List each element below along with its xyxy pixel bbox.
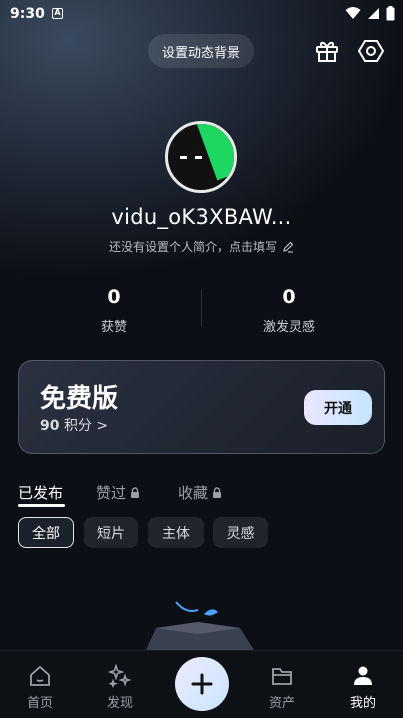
stats-divider [201, 290, 202, 326]
system-icons [345, 6, 395, 21]
subscribe-button[interactable]: 开通 [304, 390, 372, 425]
empty-state-illustration [138, 598, 264, 652]
points-value: 90 [40, 418, 60, 434]
stat-value: 0 [107, 286, 121, 308]
active-tab-indicator [18, 504, 65, 507]
avatar-eye [195, 156, 202, 159]
set-dynamic-background-button[interactable]: 设置动态背景 [148, 34, 254, 68]
avatar[interactable] [165, 121, 237, 193]
nav-label: 我的 [349, 696, 376, 711]
tab-liked[interactable]: 赞过 [96, 482, 140, 503]
stat-value: 0 [282, 286, 296, 308]
avatar-accent [196, 124, 234, 181]
filter-all[interactable]: 全部 [18, 517, 74, 548]
filter-subject[interactable]: 主体 [148, 517, 204, 548]
filter-short-film[interactable]: 短片 [84, 517, 138, 548]
sparkle-icon [108, 664, 132, 688]
status-time: 9:30 [10, 6, 45, 22]
plan-title: 免费版 [40, 384, 119, 414]
lock-icon [131, 487, 140, 498]
nav-discover[interactable]: 发现 [90, 664, 150, 711]
avatar-eye [180, 156, 187, 159]
notification-a-icon: A [52, 8, 63, 19]
home-icon [30, 665, 50, 686]
tab-label: 已发布 [18, 484, 64, 502]
user-icon [354, 666, 372, 685]
points-label: 积分 > [63, 418, 109, 434]
nav-me[interactable]: 我的 [333, 664, 393, 711]
status-bar: 9:30 A [0, 0, 403, 28]
cellular-icon [368, 8, 379, 19]
stat-label: 激发灵感 [262, 320, 315, 335]
folder-icon [272, 668, 292, 685]
stat-likes[interactable]: 0 获赞 [34, 286, 194, 335]
bio-placeholder: 还没有设置个人简介，点击填写 [108, 240, 277, 254]
tab-label: 赞过 [96, 484, 127, 502]
edit-pencil-icon [283, 241, 294, 253]
lock-icon [213, 487, 222, 498]
create-button[interactable] [175, 657, 229, 711]
nav-label: 资产 [268, 696, 295, 711]
username: vidu_oK3XBAW... [111, 205, 292, 229]
settings-hexagon-icon[interactable] [357, 38, 385, 64]
tab-label: 收藏 [178, 484, 209, 502]
tab-published[interactable]: 已发布 [18, 482, 63, 503]
battery-icon [386, 6, 395, 21]
stat-label: 获赞 [100, 320, 127, 335]
stat-inspired[interactable]: 0 激发灵感 [209, 286, 369, 335]
nav-home[interactable]: 首页 [10, 664, 70, 711]
tab-favorites[interactable]: 收藏 [178, 482, 222, 503]
bio-edit[interactable]: 还没有设置个人简介，点击填写 [0, 238, 403, 255]
plus-icon [191, 673, 213, 695]
nav-assets[interactable]: 资产 [252, 664, 312, 711]
points-link[interactable]: 90 积分 > [40, 415, 108, 435]
wifi-icon [345, 7, 361, 19]
gift-icon[interactable] [314, 38, 340, 64]
nav-label: 发现 [106, 696, 133, 711]
nav-label: 首页 [26, 696, 53, 711]
filter-inspiration[interactable]: 灵感 [213, 517, 268, 548]
